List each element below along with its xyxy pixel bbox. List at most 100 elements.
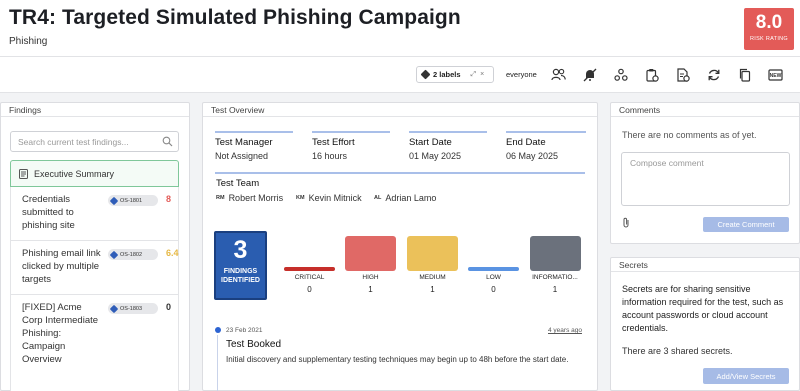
stat-value: 01 May 2025 [409,151,462,161]
severity-bar-informational [530,236,581,271]
severity-bar-low [468,267,519,271]
risk-rating-value: 8.0 [755,12,783,33]
stat-label: Start Date [409,137,452,148]
timeline-line [217,335,218,391]
stat-start-date: Start Date 01 May 2025 [409,131,487,163]
stat-end-date: End Date 06 May 2025 [506,131,586,163]
event-body: Initial discovery and supplementary test… [226,355,569,364]
page-subtitle: Phishing [9,36,48,47]
clipboard-settings-button[interactable] [641,64,662,85]
finding-tag: OS-1802 [108,249,158,260]
severity-bar-critical [284,267,335,271]
divider [215,172,585,174]
audience-text: everyone [506,70,537,79]
mute-icon [583,68,596,81]
finding-item[interactable]: Credentials submitted to phishing site O… [10,187,179,241]
stat-value: Not Assigned [215,151,269,161]
stat-label: Test Manager [215,137,273,148]
organisation-button[interactable] [610,64,631,85]
test-team-title: Test Team [216,178,260,189]
labels-chip-text: 2 labels [433,70,461,79]
users-button[interactable] [548,64,569,85]
team-member-name: Adrian Lamo [385,193,437,203]
document-icon [19,168,28,179]
avatar: AL [374,195,382,201]
stat-test-effort: Test Effort 16 hours [312,131,390,163]
finding-tag-text: OS-1801 [120,197,143,204]
finding-tag: OS-1801 [108,195,158,206]
copy-icon [739,68,750,82]
stat-test-manager: Test Manager Not Assigned [215,131,293,163]
copy-button[interactable] [734,64,755,85]
no-comments-text: There are no comments as of yet. [622,130,757,140]
severity-count: 1 [430,285,435,294]
team-member[interactable]: AL Adrian Lamo [374,193,436,203]
new-icon-text: NEW [770,73,782,79]
finding-item[interactable]: Phishing email link clicked by multiple … [10,241,179,295]
findings-identified-label: FINDINGS IDENTIFIED [221,268,260,284]
finding-item[interactable]: [FIXED] Acme Corp Intermediate Phishing:… [10,295,179,391]
team-member-name: Kevin Mitnick [308,193,362,203]
severity-count: 0 [491,285,496,294]
finding-title: [FIXED] Acme Corp Intermediate Phishing:… [22,302,99,365]
severity-label: HIGH [362,274,379,281]
team-member[interactable]: RM Robert Morris [216,193,283,203]
executive-summary-item[interactable]: Executive Summary [10,160,179,187]
executive-summary-label: Executive Summary [34,168,115,179]
secrets-heading: Secrets [611,258,799,272]
users-icon [551,68,566,81]
event-title: Test Booked [226,339,282,350]
toolbar: 2 labels ⤢ × everyone NEW [0,56,800,93]
tag-icon [109,196,119,205]
team-member[interactable]: KM Kevin Mitnick [296,193,362,203]
labels-chip[interactable]: 2 labels ⤢ × [416,66,494,83]
compose-placeholder: Compose comment [630,158,704,168]
severity-count: 1 [368,285,373,294]
refresh-button[interactable] [703,64,724,85]
search-findings-input[interactable]: Search current test findings... [10,131,179,152]
search-placeholder: Search current test findings... [18,137,129,147]
severity-bar-medium [407,236,458,271]
org-icon [613,68,628,81]
finding-score: 0 [166,302,172,312]
tag-icon [109,250,119,259]
finding-tag-text: OS-1802 [120,251,143,258]
report-settings-icon [676,67,690,82]
severity-label: MEDIUM [419,274,446,281]
avatar: RM [216,195,225,201]
new-icon: NEW [768,68,783,81]
expand-icon[interactable]: ⤢ [471,71,477,79]
stat-label: Test Effort [312,137,355,148]
search-icon[interactable] [162,136,173,147]
compose-comment-input[interactable]: Compose comment [621,152,790,206]
event-relative-time[interactable]: 4 years ago [548,327,582,334]
label-diamond-icon [420,69,431,80]
severity-label: CRITICAL [294,274,325,281]
severity-count: 0 [307,285,312,294]
mute-button[interactable] [579,64,600,85]
stat-value: 16 hours [312,151,348,161]
page-title: TR4: Targeted Simulated Phishing Campaig… [9,6,461,29]
new-button[interactable]: NEW [765,64,786,85]
comments-heading: Comments [611,103,799,117]
findings-identified-box: 3 FINDINGS IDENTIFIED [214,231,267,300]
paperclip-icon[interactable] [622,217,630,228]
refresh-icon [708,69,719,80]
secrets-count-text: There are 3 shared secrets. [622,346,733,356]
finding-tag-text: OS-1803 [120,305,143,312]
severity-label: INFORMATIO... [532,274,578,281]
risk-rating-label: RISK RATING [749,36,789,42]
secrets-description: Secrets are for sharing sensitive inform… [622,284,784,333]
close-icon[interactable]: × [480,71,484,78]
add-view-secrets-button[interactable]: Add/View Secrets [703,368,789,384]
finding-score: 6.4 [166,248,179,258]
create-comment-button[interactable]: Create Comment [703,217,789,232]
timeline-dot [215,327,221,333]
severity-label: LOW [486,274,501,281]
findings-count: 3 [233,236,248,264]
avatar: KM [296,195,305,201]
risk-rating-badge: 8.0 RISK RATING [744,8,794,50]
report-settings-button[interactable] [672,64,693,85]
team-member-name: Robert Morris [228,193,284,203]
event-date: 23 Feb 2021 [226,327,263,334]
